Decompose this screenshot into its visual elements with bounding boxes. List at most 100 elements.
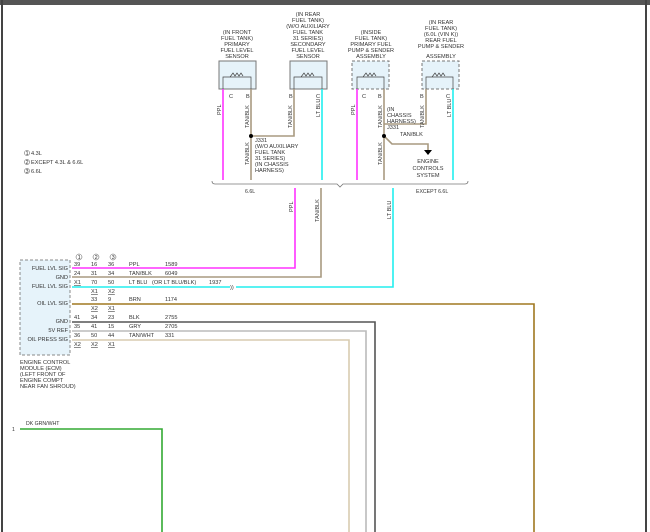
svg-text:GND: GND — [56, 275, 68, 281]
svg-text:4.3L: 4.3L — [31, 151, 42, 157]
table-cell: 331 — [165, 333, 174, 339]
svg-text:CONTROLS: CONTROLS — [412, 166, 443, 172]
primary-pump — [351, 60, 390, 90]
arrow-down-icon — [424, 150, 432, 155]
table-cell: 2755 — [165, 315, 177, 321]
table-row: X1 70 50 LT BLU (OR LT BLU/BLK) 1937 — [74, 280, 221, 286]
top-bar — [0, 0, 650, 5]
svg-text:ASSEMBLY: ASSEMBLY — [356, 54, 386, 60]
svg-text:3: 3 — [26, 169, 29, 175]
splice-j331-left — [249, 134, 253, 138]
brace-label-6.6l: 6.6L — [245, 189, 255, 195]
wiring-diagram: (IN FRONTFUEL TANK)PRIMARYFUEL LEVELSENS… — [0, 0, 650, 532]
table-cell: 36 — [108, 262, 114, 268]
label-tanblk: TAN/BLK — [288, 105, 294, 128]
ecm-label: ENGINE CONTROLMODULE (ECM)(LEFT FRONT OF… — [20, 360, 76, 390]
table-cell: X1 — [108, 342, 115, 348]
table-cell: X1 — [108, 306, 115, 312]
table-cell: 70 — [91, 280, 97, 286]
table-cell: 34 — [108, 271, 114, 277]
label-tanblk: TAN/BLK — [315, 199, 321, 222]
pin-labels: CB BC CB BC — [229, 94, 450, 100]
svg-text:HARNESS): HARNESS) — [255, 168, 284, 174]
svg-text:FUEL LVL SIG: FUEL LVL SIG — [32, 284, 68, 290]
secondary-sensor-label: (IN REARFUEL TANK)(W/O AUXILIARYFUEL TAN… — [286, 12, 330, 60]
table-cell: LT BLU — [129, 280, 147, 286]
table-cell: 50 — [91, 333, 97, 339]
break-icon: )) — [230, 285, 234, 291]
bottom-pin-number: 1 — [12, 427, 15, 433]
table-cell: 1589 — [165, 262, 177, 268]
table-cell: 9 — [108, 297, 111, 303]
table-row: X2 X2 X1 — [74, 342, 115, 348]
wire-dkgrnwht — [20, 428, 163, 532]
rear-pump-label: (IN REARFUEL TANK)(6.0L (VIN K))REAR FUE… — [418, 20, 464, 60]
table-cell: BRN — [129, 297, 141, 303]
table-cell: 16 — [91, 262, 97, 268]
table-cell: 6049 — [165, 271, 177, 277]
table-cell: X1 — [91, 289, 98, 295]
splice-j331-right — [382, 134, 386, 138]
svg-text:B: B — [378, 94, 382, 100]
svg-text:GND: GND — [56, 319, 68, 325]
svg-text:FUEL LVL SIG: FUEL LVL SIG — [32, 266, 68, 272]
splice-left-label: J331(W/O AUXILIARYFUEL TANK31 SERIES)(IN… — [255, 138, 299, 174]
svg-text:J331: J331 — [387, 125, 399, 131]
table-cell: X2 — [91, 342, 98, 348]
label-tanblk: TAN/BLK — [420, 105, 426, 128]
label-ppl: PPL — [289, 201, 295, 212]
svg-text:B: B — [289, 94, 293, 100]
svg-text:C: C — [229, 94, 233, 100]
table-cell: PPL — [129, 262, 140, 268]
brace — [211, 180, 469, 188]
table-cell: 1937 — [209, 280, 221, 286]
table-row: 39 16 36 PPL 1589 — [74, 262, 177, 268]
svg-text:1: 1 — [26, 151, 29, 157]
svg-text:2: 2 — [26, 160, 29, 166]
table-cell: 34 — [91, 315, 97, 321]
table-cell: 23 — [108, 315, 114, 321]
label-ltblu: LT BLU — [316, 99, 322, 117]
splice-right-label: (INCHASSISHARNESS)J331 — [387, 107, 416, 131]
table-cell: 15 — [108, 324, 114, 330]
label-tanblk: TAN/BLK — [378, 105, 384, 128]
svg-text:SENSOR: SENSOR — [225, 54, 249, 60]
svg-text:NEAR FAN SHROUD): NEAR FAN SHROUD) — [20, 384, 76, 390]
table-row: 36 50 44 TAN/WHT 331 — [74, 333, 174, 339]
table-cell: 24 — [74, 271, 80, 277]
wire-tanblk-engine — [383, 135, 429, 150]
table-cell: X1 — [74, 280, 81, 286]
table-cell: TAN/WHT — [129, 333, 155, 339]
svg-text:3: 3 — [112, 255, 115, 261]
engine-controls-label: ENGINECONTROLSSYSTEM — [412, 159, 443, 179]
table-cell: 1174 — [165, 297, 177, 303]
wire-ltblu-ecm — [72, 188, 394, 288]
secondary-sensor — [289, 60, 328, 90]
label-ppl: PPL — [351, 104, 357, 115]
svg-text:PUMP & SENDER: PUMP & SENDER — [418, 44, 464, 50]
table-row: 41 34 23 BLK 2755 — [74, 315, 177, 321]
table-cell: X2 — [91, 306, 98, 312]
front-sensor-label: (IN FRONTFUEL TANK)PRIMARYFUEL LEVELSENS… — [220, 30, 253, 60]
label-ppl: PPL — [217, 104, 223, 115]
table-row: 35 41 15 GRY 2705 — [74, 324, 177, 330]
primary-pump-label: (INSIDEFUEL TANK)PRIMARY FUELPUMP & SEND… — [348, 30, 394, 60]
svg-text:B: B — [246, 94, 250, 100]
table-cell: 2705 — [165, 324, 177, 330]
brace-label-except-6.6l: EXCEPT 6.6L — [416, 189, 448, 195]
svg-text:2: 2 — [95, 255, 98, 261]
wire-ppl-ecm — [72, 188, 296, 269]
table-cell: TAN/BLK — [129, 271, 152, 277]
svg-text:1: 1 — [78, 255, 81, 261]
svg-text:ENGINE: ENGINE — [417, 159, 439, 165]
svg-text:OIL PRESS SIG: OIL PRESS SIG — [27, 337, 68, 343]
svg-text:B: B — [420, 94, 424, 100]
column-headers: 1 2 3 — [75, 253, 117, 261]
table-row: 33 9 BRN 1174 — [91, 297, 177, 303]
legend: 1 4.3L 2 EXCEPT 4.3L & 6.6L 3 6.6L — [24, 150, 83, 175]
label-tanblk: TAN/BLK — [245, 142, 251, 165]
table-cell: 33 — [91, 297, 97, 303]
table-cell: X2 — [108, 289, 115, 295]
label-ltblu: LT BLU — [387, 201, 393, 219]
svg-text:EXCEPT 4.3L & 6.6L: EXCEPT 4.3L & 6.6L — [31, 160, 83, 166]
